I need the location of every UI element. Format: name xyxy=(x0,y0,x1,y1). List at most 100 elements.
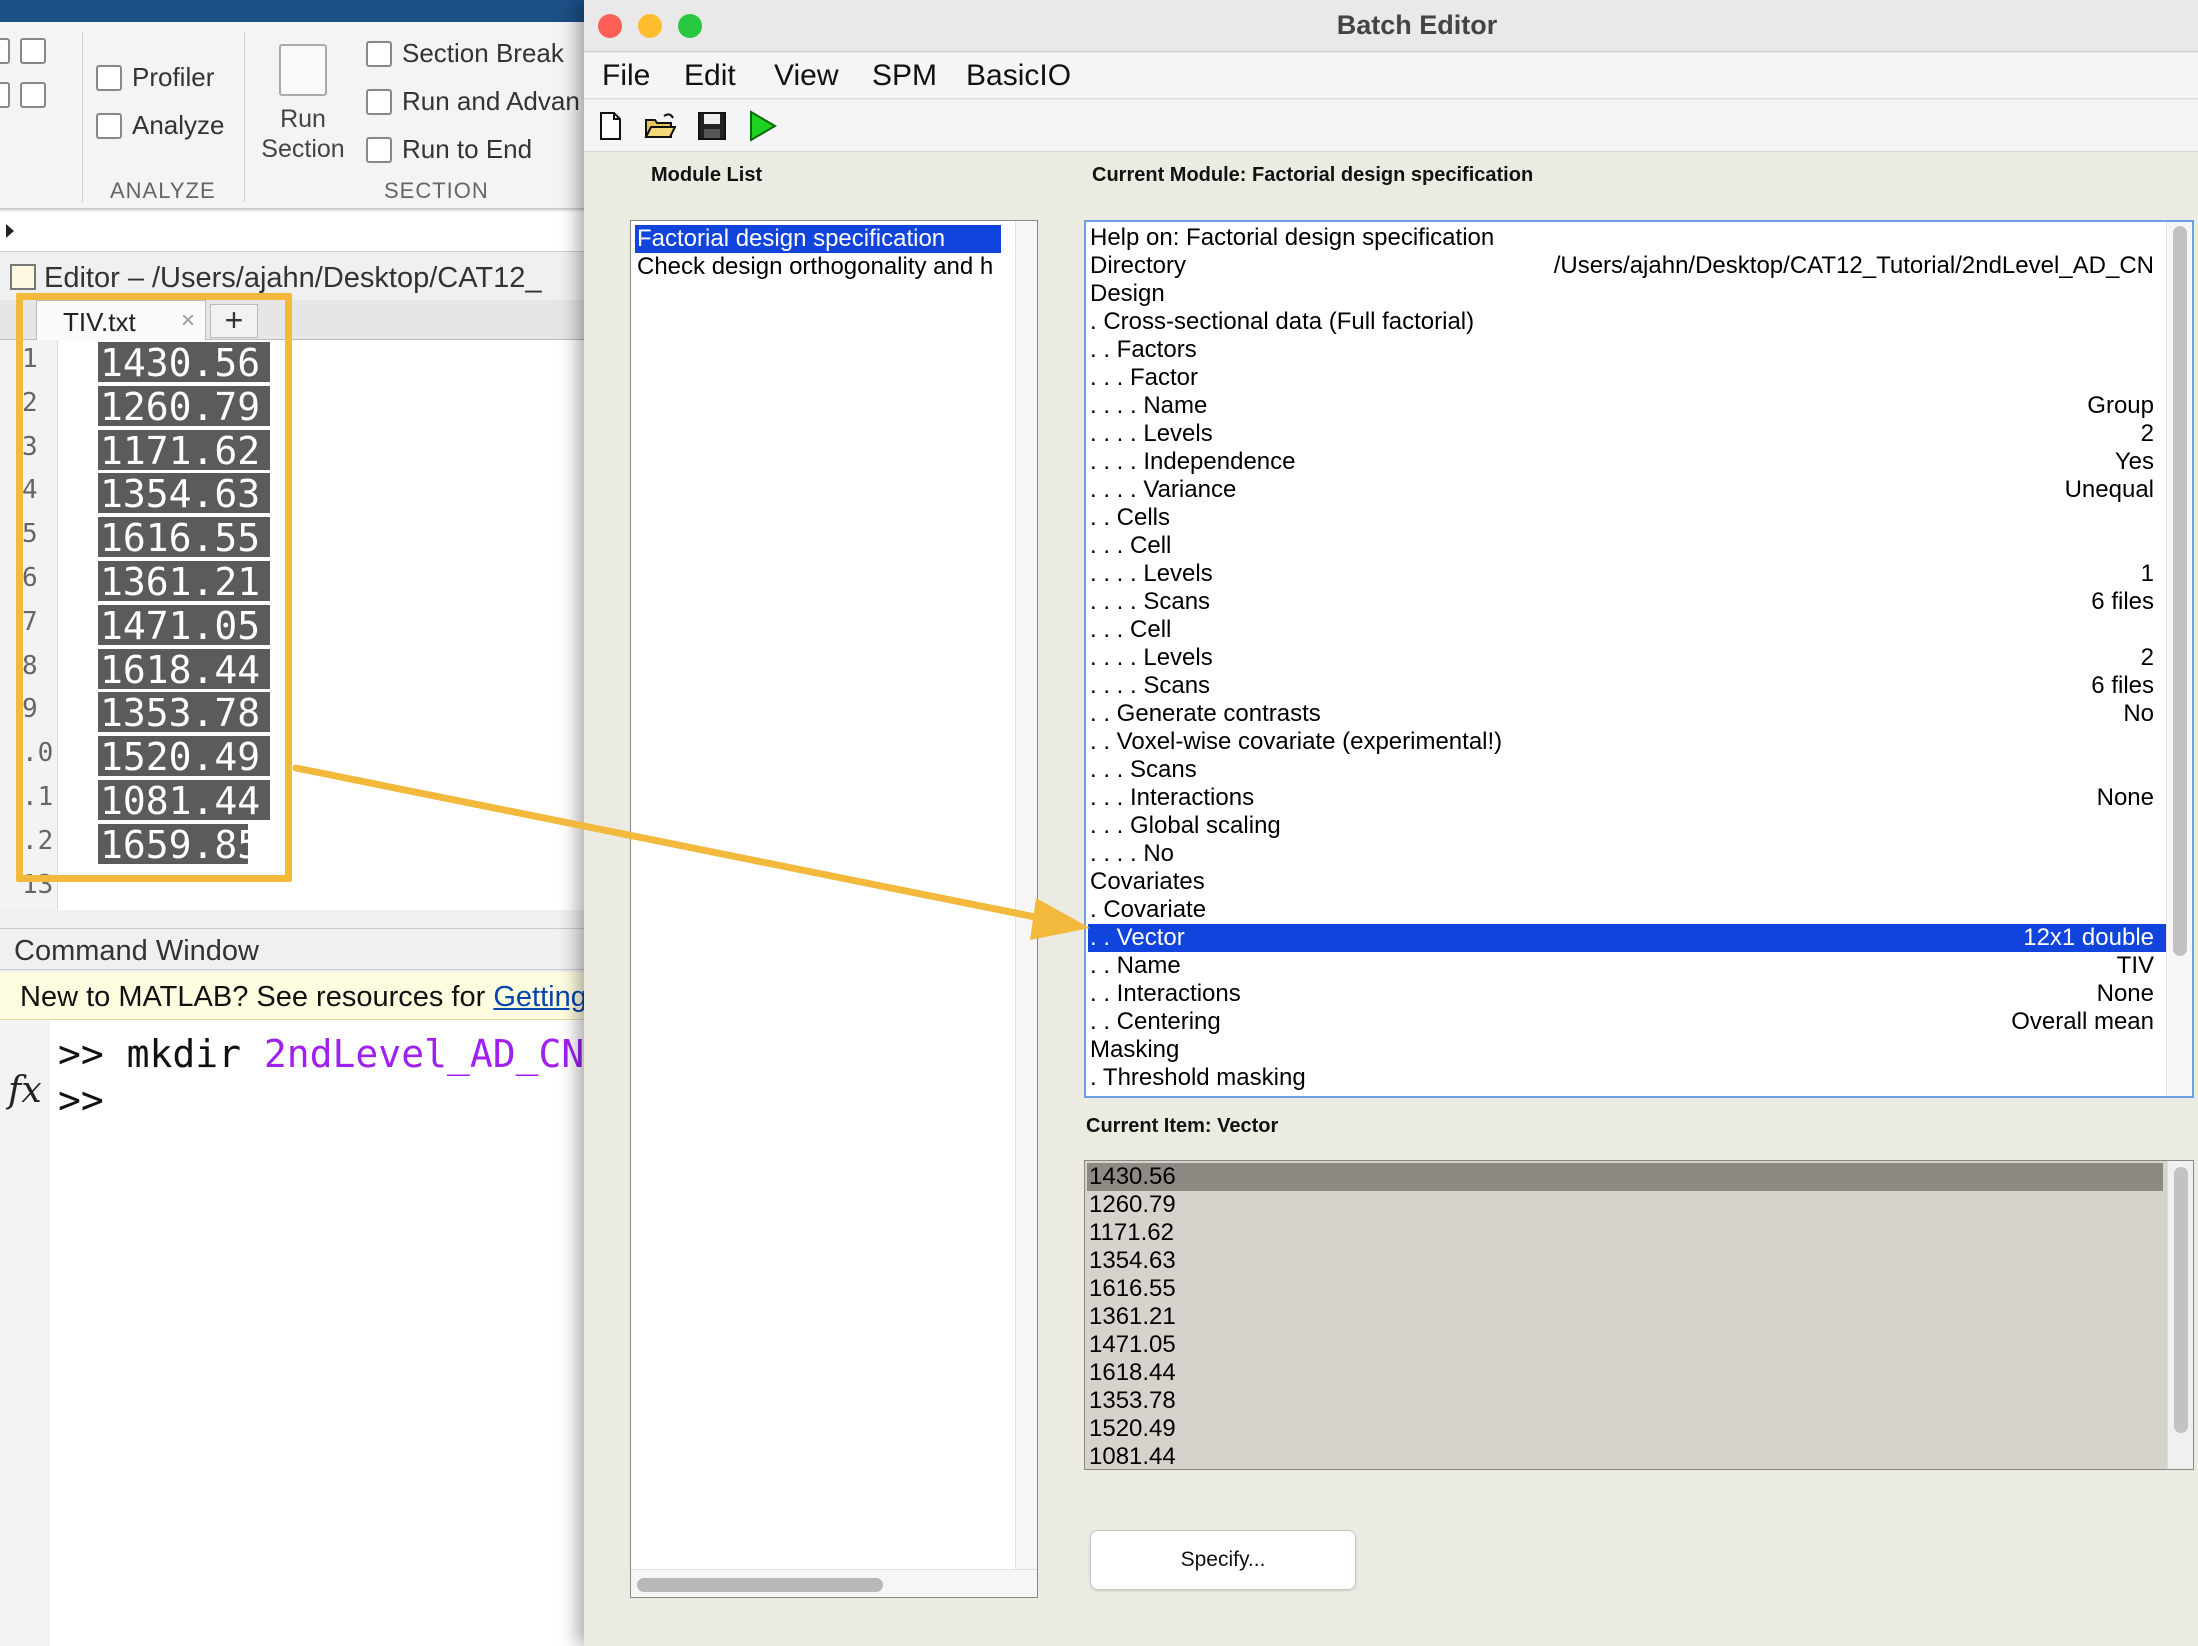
module-row[interactable]: . . Voxel-wise covariate (experimental!) xyxy=(1088,728,2168,756)
module-list-horizontal-scrollbar[interactable] xyxy=(631,1569,1037,1597)
module-list-vertical-scrollbar[interactable] xyxy=(1015,221,1037,1569)
current-item-scrollbar[interactable] xyxy=(2167,1161,2193,1469)
item-value-row[interactable]: 1260.79 xyxy=(1087,1191,2163,1219)
open-folder-icon[interactable] xyxy=(644,110,676,142)
batch-editor-titlebar: Batch Editor xyxy=(584,0,2198,52)
new-file-icon[interactable] xyxy=(594,110,626,142)
item-value-row[interactable]: 1171.62 xyxy=(1087,1219,2163,1247)
module-row[interactable]: Covariates xyxy=(1088,868,2168,896)
module-row[interactable]: . . . . Variance Unequal xyxy=(1088,476,2168,504)
editor-pencil-icon xyxy=(10,264,36,290)
profiler-button[interactable]: Profiler xyxy=(96,62,214,93)
module-row[interactable]: . . . Cell xyxy=(1088,532,2168,560)
module-row[interactable]: . . Generate contrasts No xyxy=(1088,700,2168,728)
current-module-scrollbar[interactable] xyxy=(2166,222,2192,1096)
module-row[interactable]: . Covariate xyxy=(1088,896,2168,924)
menu-file[interactable]: File xyxy=(602,59,650,93)
module-row[interactable]: . . . Cell xyxy=(1088,616,2168,644)
module-row[interactable]: . . Cells xyxy=(1088,504,2168,532)
item-value-row[interactable]: 1081.44 xyxy=(1087,1443,2163,1469)
module-row[interactable]: . . Name TIV xyxy=(1088,952,2168,980)
module-list-label: Module List xyxy=(651,164,763,186)
module-row[interactable]: . . . Factor xyxy=(1088,364,2168,392)
module-row[interactable]: . . . . Name Group xyxy=(1088,392,2168,420)
row-label: . . Voxel-wise covariate (experimental!) xyxy=(1090,728,1503,755)
scrollbar-thumb[interactable] xyxy=(2173,226,2187,956)
row-value: Group xyxy=(2087,392,2154,419)
module-row[interactable]: Directory/Users/ajahn/Desktop/CAT12_Tuto… xyxy=(1088,252,2168,280)
current-module-list[interactable]: Help on: Factorial design specification D… xyxy=(1084,220,2194,1098)
module-row[interactable]: . Threshold masking xyxy=(1088,1064,2168,1092)
menu-view[interactable]: View xyxy=(774,59,838,93)
module-row[interactable]: . . . Scans xyxy=(1088,756,2168,784)
row-value: 12x1 double xyxy=(2023,924,2154,951)
prompt-symbol: >> xyxy=(58,1032,127,1076)
scrollbar-thumb[interactable] xyxy=(2174,1167,2188,1433)
row-label: . . . . Variance xyxy=(1090,476,1237,503)
command-window[interactable]: fx >> mkdir 2ndLevel_AD_CN >> xyxy=(0,1020,600,1646)
menu-basicio[interactable]: BasicIO xyxy=(966,59,1071,93)
section-break-button[interactable]: Section Break xyxy=(366,38,564,69)
row-label: . . Centering xyxy=(1090,1008,1221,1035)
run-icon[interactable] xyxy=(746,110,778,142)
row-label: . . . Global scaling xyxy=(1090,812,1281,839)
item-value-row[interactable]: 1361.21 xyxy=(1087,1303,2163,1331)
item-value-row[interactable]: 1471.05 xyxy=(1087,1331,2163,1359)
expand-arrow-icon[interactable] xyxy=(6,224,14,238)
menu-edit[interactable]: Edit xyxy=(684,59,736,93)
run-and-advance-button[interactable]: Run and Advan xyxy=(366,86,580,117)
menu-spm[interactable]: SPM xyxy=(872,59,937,93)
item-value-row[interactable]: 1430.56 xyxy=(1087,1163,2163,1191)
module-row[interactable]: . . . . Levels 2 xyxy=(1088,420,2168,448)
module-row[interactable]: . . . . No xyxy=(1088,840,2168,868)
analyze-button[interactable]: Analyze xyxy=(96,110,225,141)
item-value-row[interactable]: 1520.49 xyxy=(1087,1415,2163,1443)
command-line-2[interactable]: >> xyxy=(58,1078,104,1122)
editor-title: Editor – /Users/ajahn/Desktop/CAT12_ xyxy=(44,262,542,294)
ribbon-icon-left-2[interactable] xyxy=(20,38,46,64)
run-to-end-button[interactable]: Run to End xyxy=(366,134,532,165)
module-row[interactable]: . . . . Independence Yes xyxy=(1088,448,2168,476)
run-section-button[interactable]: Run Section xyxy=(258,44,348,164)
current-item-values[interactable]: 1430.56 1260.79 1171.62 1354.63 1616.55 1361.… xyxy=(1084,1160,2194,1470)
row-value: None xyxy=(2096,784,2154,811)
command-line-1: >> mkdir 2ndLevel_AD_CN xyxy=(58,1032,584,1076)
row-label: . Cross-sectional data (Full factorial) xyxy=(1090,308,1475,335)
specify-button[interactable]: Specify... xyxy=(1090,1530,1356,1590)
module-row[interactable]: Design xyxy=(1088,280,2168,308)
item-value-row[interactable]: 1353.78 xyxy=(1087,1387,2163,1415)
module-row[interactable]: . . . . Scans 6 files xyxy=(1088,672,2168,700)
module-row[interactable]: . . . Global scaling xyxy=(1088,812,2168,840)
item-value-row[interactable]: 1354.63 xyxy=(1087,1247,2163,1275)
row-label: . . . Factor xyxy=(1090,364,1199,391)
row-label: Design xyxy=(1090,280,1165,307)
current-folder-bar[interactable] xyxy=(0,212,600,252)
ribbon-icon-left-4[interactable] xyxy=(20,82,46,108)
module-row[interactable]: . . . . Levels 1 xyxy=(1088,560,2168,588)
module-row[interactable]: . . Interactions None xyxy=(1088,980,2168,1008)
run-section-icon xyxy=(279,44,327,96)
module-item-check-design[interactable]: Check design orthogonality and h xyxy=(635,253,1001,281)
module-row[interactable]: Help on: Factorial design specification xyxy=(1088,224,2168,252)
module-row[interactable]: . . . . Levels 2 xyxy=(1088,644,2168,672)
module-row[interactable]: . Cross-sectional data (Full factorial) xyxy=(1088,308,2168,336)
module-row[interactable]: . . Centering Overall mean xyxy=(1088,1008,2168,1036)
row-value: Unequal xyxy=(2064,476,2154,503)
item-value-row[interactable]: 1616.55 xyxy=(1087,1275,2163,1303)
module-row[interactable]: . . . Interactions None xyxy=(1088,784,2168,812)
scrollbar-thumb[interactable] xyxy=(637,1578,883,1592)
module-row[interactable]: . . . . Scans 6 files xyxy=(1088,588,2168,616)
module-row[interactable]: Masking xyxy=(1088,1036,2168,1064)
item-value-row[interactable]: 1618.44 xyxy=(1087,1359,2163,1387)
save-icon[interactable] xyxy=(696,110,728,142)
function-browser-icon[interactable]: fx xyxy=(8,1070,42,1111)
row-label: . . . . No xyxy=(1090,840,1175,867)
module-list[interactable]: Factorial design specification Check des… xyxy=(630,220,1038,1598)
matlab-titlebar xyxy=(0,0,600,22)
ribbon-icon-left-3[interactable] xyxy=(0,82,10,108)
module-row[interactable]: . . Factors xyxy=(1088,336,2168,364)
matlab-window: Profiler Analyze ANALYZE Run Section Sec… xyxy=(0,0,600,1646)
module-item-factorial-design[interactable]: Factorial design specification xyxy=(635,225,1001,253)
module-row-selected[interactable]: . . Vector 12x1 double xyxy=(1088,924,2168,952)
ribbon-icon-left-1[interactable] xyxy=(0,38,10,64)
